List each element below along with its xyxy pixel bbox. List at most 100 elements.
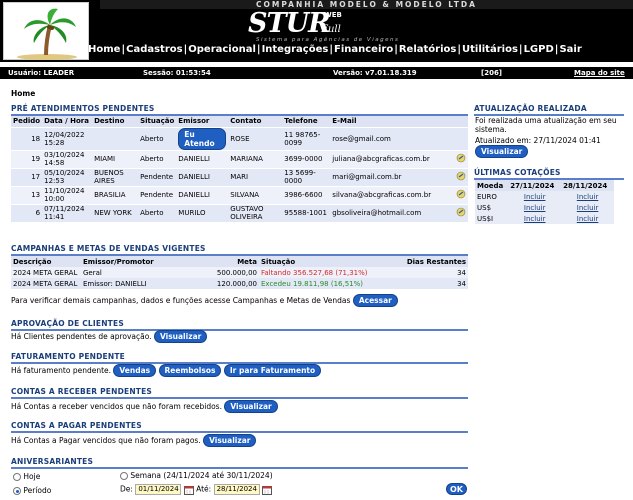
- menu-financeiro[interactable]: Financeiro: [334, 44, 393, 58]
- cell-meta: 500.000,00: [191, 267, 259, 278]
- radio-hoje[interactable]: [13, 473, 21, 481]
- calendar-icon[interactable]: [183, 485, 194, 495]
- atualizacao-text1: Foi realizada uma atualização em seu: [475, 116, 617, 125]
- section-title-aniversariantes: ANIVERSARIANTES: [11, 457, 468, 469]
- atualizacao-date: Atualizado em: 27/11/2024 01:41: [475, 136, 601, 145]
- attach-icon[interactable]: [456, 189, 466, 199]
- cell-dias: 34: [399, 278, 468, 289]
- menu-utilitarios[interactable]: Utilitários: [462, 44, 518, 58]
- logo[interactable]: [3, 2, 89, 60]
- cell-situacao: Pendente: [138, 167, 177, 186]
- receber-visualizar-button[interactable]: Visualizar: [224, 400, 278, 413]
- option-periodo[interactable]: Período: [13, 486, 51, 495]
- info-bar: Usuário: LEADER Sessão: 01:53:54 Versão:…: [0, 67, 633, 79]
- menu-relatorios[interactable]: Relatórios: [399, 44, 457, 58]
- section-title-receber: CONTAS A RECEBER PENDENTES: [11, 387, 468, 399]
- radio-semana[interactable]: [120, 472, 128, 480]
- cell-emissor: MURILO: [176, 203, 229, 222]
- incluir-link[interactable]: Incluir: [508, 191, 562, 202]
- cell-emissor-promotor: Emissor: DANIELLI: [81, 278, 191, 289]
- faturamento-text: Há faturamento pendente.: [11, 366, 112, 375]
- cell-emissor: DANIELLI: [176, 167, 229, 186]
- col-situacao-camp: Situação: [259, 256, 399, 267]
- calendar-icon[interactable]: [261, 485, 272, 495]
- date-to-input[interactable]: 28/11/2024: [213, 484, 260, 495]
- cell-situacao-camp: Faltando 356.527,68 (71,31%): [259, 267, 399, 278]
- table-row[interactable]: 13 11/10/2024 10:00 BRASILIA Pendente DANIEL…: [11, 185, 468, 204]
- table-row[interactable]: 17 05/10/2024 12:53 BUENOS AIRES Pendente DA…: [11, 167, 468, 186]
- table-row[interactable]: 19 03/10/2024 14:58 MIAMI Aberto DANIELLI MAR…: [11, 149, 468, 168]
- table-row[interactable]: 18 12/04/2022 15:28 Aberto Eu Atendo ROSE 11 …: [11, 126, 468, 150]
- section-title-pendentes: PRÉ ATENDIMENTOS PENDENTES: [11, 104, 468, 116]
- col-pedido: Pedido: [11, 116, 43, 127]
- cell-situacao: Aberto: [138, 126, 177, 150]
- aprovacao-row: Há Clientes pendentes de aprovação. Visu…: [11, 330, 208, 343]
- menu-integracoes[interactable]: Integrações: [262, 44, 329, 58]
- menu-sair[interactable]: Sair: [559, 44, 581, 58]
- header: COMPANHIA MODELO & MODELO LTDA STUR WEB …: [0, 0, 633, 62]
- cell-email: gbsoliveira@hotmail.com: [330, 203, 454, 222]
- cell-emissor-promotor: Geral: [81, 267, 191, 278]
- atualizacao-visualizar-button[interactable]: Visualizar: [475, 145, 529, 158]
- pagar-visualizar-button[interactable]: Visualizar: [203, 434, 257, 447]
- option-semana[interactable]: Semana (24/11/2024 até 30/11/2024): [120, 471, 273, 480]
- table-row: 2024 META GERAL Emissor: DANIELLI 120.000,…: [11, 278, 468, 289]
- cell-action: [454, 185, 468, 204]
- table-row: US$ Incluir Incluir: [475, 202, 614, 213]
- cotacoes-table: Moeda 27/11/2024 28/11/2024 EURO Incluir I…: [475, 180, 614, 224]
- pagar-row: Há Contas a Pagar vencidos que não foram…: [11, 434, 257, 447]
- brand-full: Full: [321, 24, 341, 35]
- menu-operacional[interactable]: Operacional: [188, 44, 256, 58]
- cell-pedido: 19: [11, 149, 43, 168]
- col-cot-d2: 28/11/2024: [561, 180, 614, 191]
- incluir-link[interactable]: Incluir: [561, 202, 614, 213]
- table-row: EURO Incluir Incluir: [475, 191, 614, 202]
- col-contato: Contato: [228, 116, 283, 127]
- cell-action: [454, 149, 468, 168]
- menu-home[interactable]: Home: [88, 44, 120, 58]
- pending-table: Pedido Data / Hora Destino Situação Emis…: [11, 116, 468, 222]
- cell-telefone: 3986-6600: [282, 185, 331, 204]
- ir-faturamento-button[interactable]: Ir para Faturamento: [223, 364, 322, 377]
- table-row: US$I Incluir Incluir: [475, 213, 614, 224]
- attach-icon[interactable]: [456, 171, 466, 181]
- attach-icon[interactable]: [456, 207, 466, 217]
- menu-lgpd[interactable]: LGPD: [524, 44, 554, 58]
- campaigns-note-text: Para verificar demais campanhas, dados e…: [11, 296, 351, 305]
- atualizacao-button-wrap: Visualizar: [475, 145, 529, 158]
- acessar-button[interactable]: Acessar: [352, 294, 398, 307]
- incluir-link[interactable]: Incluir: [561, 213, 614, 224]
- aprovacao-visualizar-button[interactable]: Visualizar: [153, 330, 208, 343]
- cell-situacao: Aberto: [138, 203, 177, 222]
- option-hoje[interactable]: Hoje: [13, 472, 40, 481]
- vendas-button[interactable]: Vendas: [113, 364, 157, 377]
- section-title-cotacoes: ÚLTIMAS COTAÇÕES: [474, 168, 624, 180]
- date-from-input[interactable]: 01/11/2024: [135, 484, 182, 495]
- ok-button[interactable]: OK: [446, 483, 467, 495]
- menu-cadastros[interactable]: Cadastros: [126, 44, 182, 58]
- atualizacao-text2: sistema.: [475, 125, 507, 134]
- cell-data: 12/04/2022 15:28: [42, 126, 93, 150]
- col-descricao: Descrição: [11, 256, 81, 267]
- cell-situacao-camp: Excedeu 19.811,98 (16,51%): [259, 278, 399, 289]
- col-email: E-Mail: [330, 116, 454, 127]
- table-row[interactable]: 6 07/11/2024 11:41 NEW YORK Aberto MURILO GUS…: [11, 203, 468, 222]
- col-emissor: Emissor: [176, 116, 229, 127]
- radio-periodo[interactable]: [13, 487, 21, 495]
- incluir-link[interactable]: Incluir: [561, 191, 614, 202]
- col-cot-d1: 27/11/2024: [508, 180, 562, 191]
- sitemap-link[interactable]: Mapa do site: [574, 69, 625, 77]
- cell-pedido: 13: [11, 185, 43, 204]
- cell-action: [454, 126, 468, 150]
- cell-data: 03/10/2024 14:58: [42, 149, 93, 168]
- cell-destino: [92, 126, 139, 150]
- attach-icon[interactable]: [456, 153, 466, 163]
- incluir-link[interactable]: Incluir: [508, 213, 562, 224]
- eu-atendo-button[interactable]: Eu Atendo: [178, 127, 227, 150]
- incluir-link[interactable]: Incluir: [508, 202, 562, 213]
- cell-email: juliana@abcgraficas.com.br: [330, 149, 454, 168]
- user-label: Usuário: LEADER: [8, 69, 75, 77]
- cell-pedido: 17: [11, 167, 43, 186]
- cell-situacao: Aberto: [138, 149, 177, 168]
- reembolsos-button[interactable]: Reembolsos: [158, 364, 222, 377]
